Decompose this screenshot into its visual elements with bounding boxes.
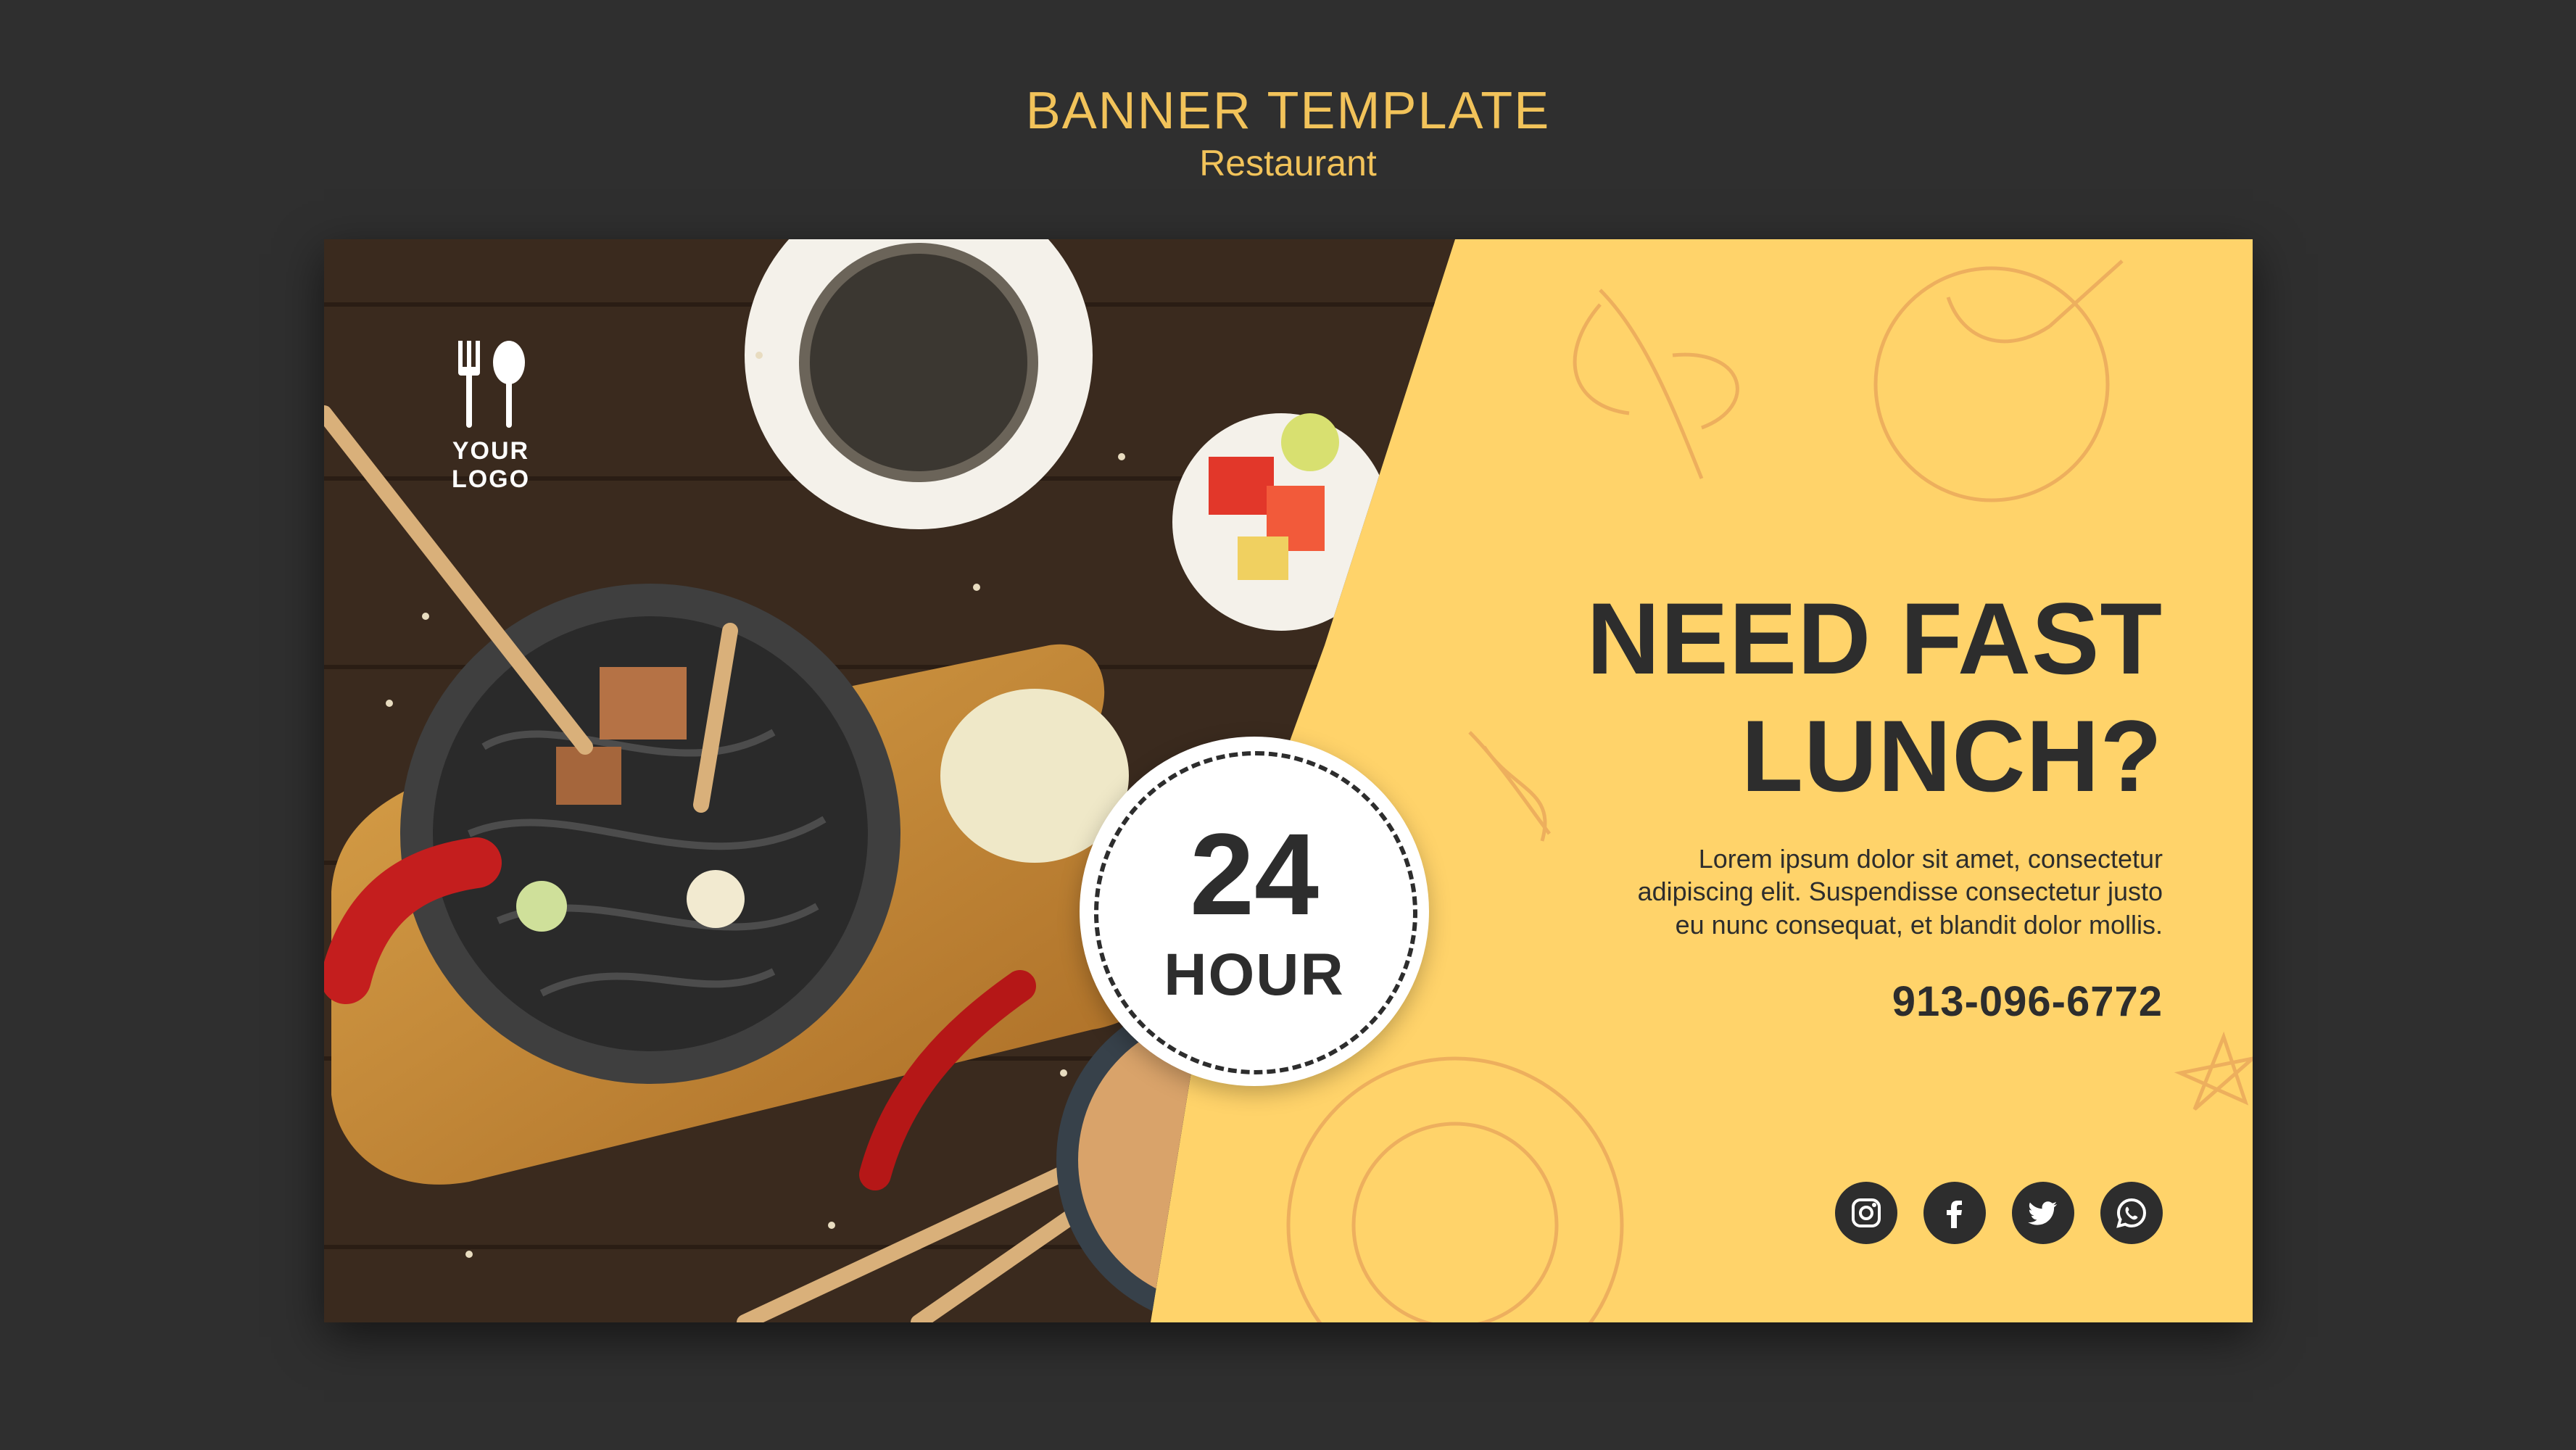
badge-word: HOUR [1164, 942, 1345, 1008]
body-line-3: eu nunc consequat, et blandit dolor moll… [1675, 909, 2163, 940]
body-text: Lorem ipsum dolor sit amet, consectetur … [1539, 842, 2163, 941]
restaurant-subtitle: Restaurant [1199, 143, 1377, 183]
banner-template-title: BANNER TEMPLATE [1025, 82, 1551, 140]
badge-number: 24 [1190, 809, 1319, 939]
headline-line-1: NEED FAST [1586, 581, 2163, 695]
whatsapp-icon[interactable] [2100, 1182, 2163, 1244]
your-logo: YOUR LOGO [411, 341, 571, 494]
body-line-2: adipiscing elit. Suspendisse consectetur… [1637, 877, 2163, 907]
headline-line-2: LUNCH? [1741, 699, 2163, 813]
headline: NEED FAST LUNCH? [1586, 580, 2163, 816]
body-line-1: Lorem ipsum dolor sit amet, consectetur [1698, 844, 2163, 874]
logo-text: YOUR LOGO [451, 437, 531, 493]
24-hour-badge: 24 HOUR [1080, 737, 1429, 1086]
facebook-icon[interactable] [1923, 1182, 1986, 1244]
social-links [1835, 1182, 2163, 1244]
twitter-icon[interactable] [2012, 1182, 2074, 1244]
instagram-icon[interactable] [1835, 1182, 1897, 1244]
restaurant-banner: YOUR LOGO 24 HOUR NEED FAST LUNCH? Lorem… [324, 239, 2253, 1322]
phone-number: 913-096-6772 [1892, 978, 2163, 1025]
fork-spoon-icon [458, 341, 525, 428]
